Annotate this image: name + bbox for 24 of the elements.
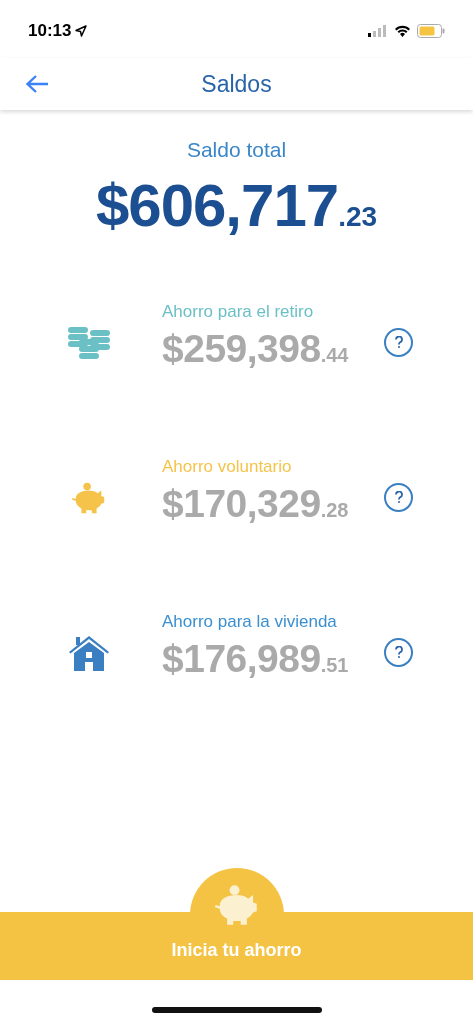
account-label: Ahorro para la vivienda xyxy=(162,611,338,634)
help-button[interactable] xyxy=(384,482,413,512)
house-icon xyxy=(68,634,110,672)
screen-title: Saldos xyxy=(201,69,272,99)
wifi-icon xyxy=(394,25,411,37)
question-mark-icon xyxy=(394,491,403,503)
total-label: Saldo total xyxy=(186,137,287,163)
account-label: Ahorro para el retiro xyxy=(162,301,315,324)
location-arrow-icon xyxy=(75,25,88,37)
status-time: 10:13 xyxy=(28,20,72,43)
battery-icon xyxy=(417,24,445,38)
question-mark-icon xyxy=(394,336,403,348)
signal-icon xyxy=(368,25,388,37)
help-button[interactable] xyxy=(384,637,413,667)
account-amount: $176,989.51 xyxy=(162,635,350,682)
back-button[interactable] xyxy=(24,72,50,96)
account-amount: $259,398.44 xyxy=(162,325,350,372)
start-saving-button[interactable]: Inicia tu ahorro xyxy=(0,912,473,980)
account-label: Ahorro voluntario xyxy=(162,456,293,479)
question-mark-icon xyxy=(394,646,403,658)
help-button[interactable] xyxy=(384,327,413,357)
account-amount: $170,329.28 xyxy=(162,480,350,527)
back-arrow-icon xyxy=(25,74,49,94)
total-amount: $606,717.23 xyxy=(95,170,378,241)
